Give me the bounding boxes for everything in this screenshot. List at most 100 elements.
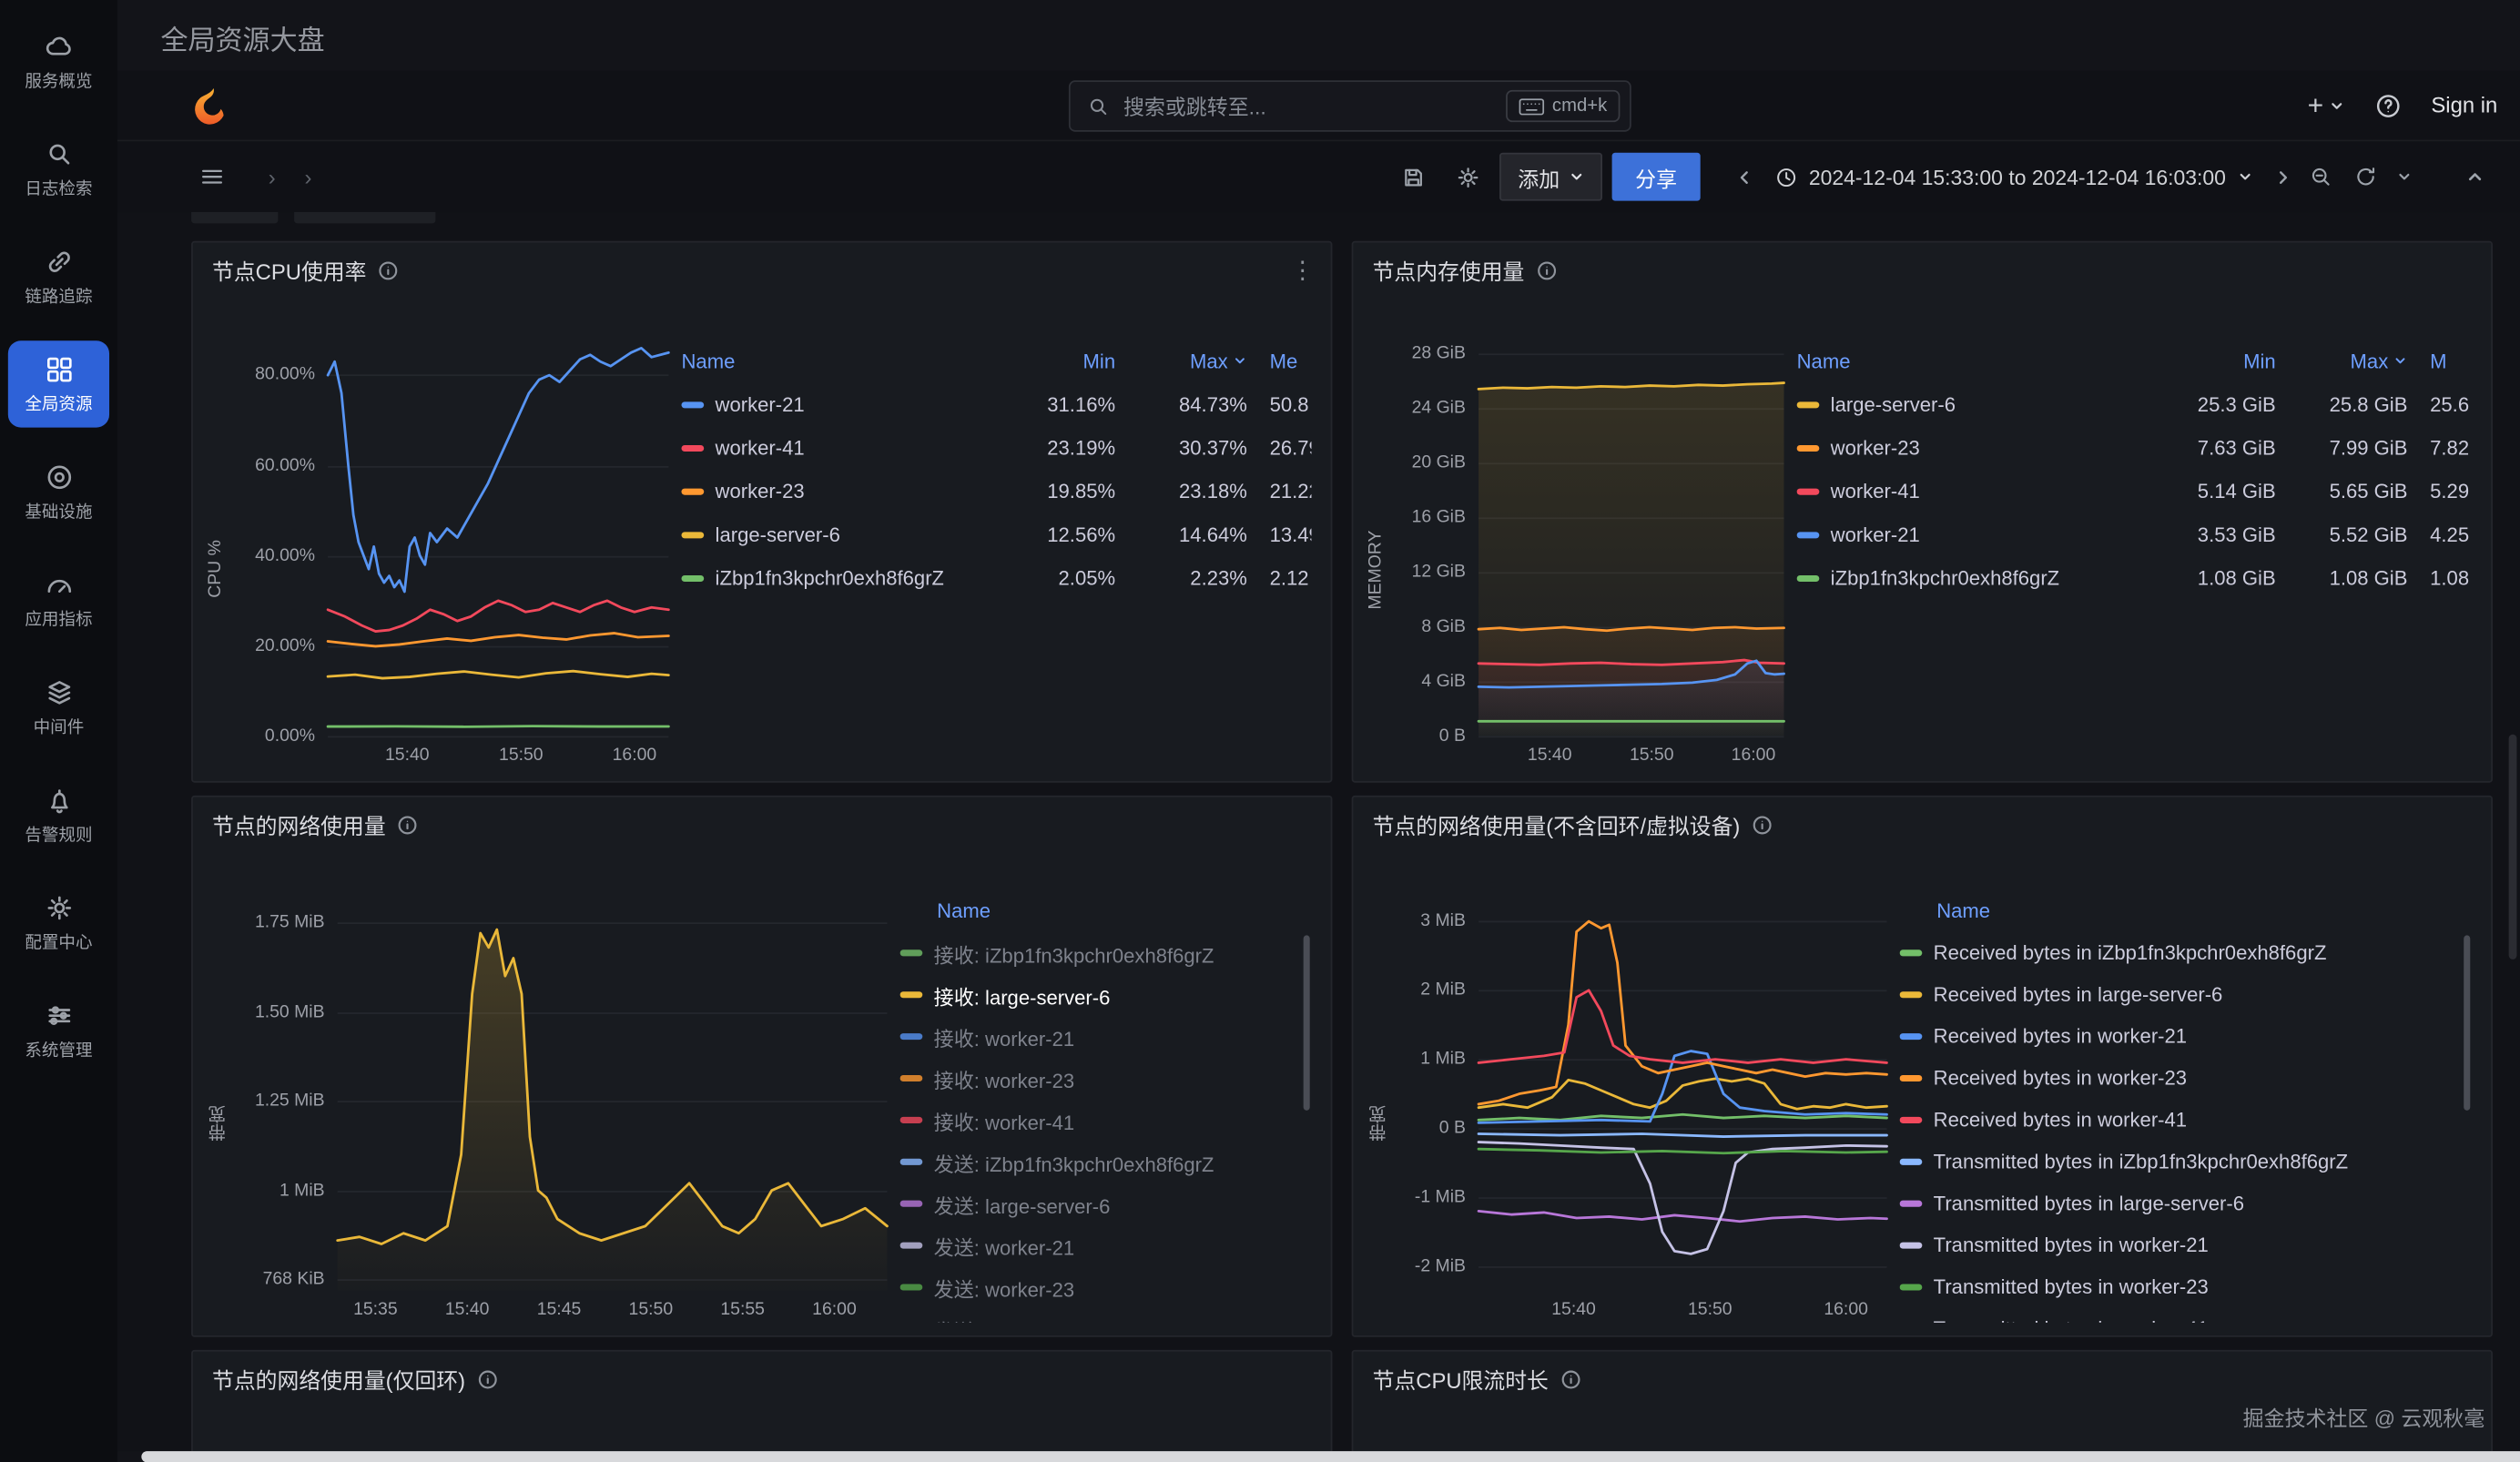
legend-item[interactable]: Received bytes in worker-23 — [1900, 1058, 2472, 1100]
legend-item[interactable]: 发送: worker-23 — [900, 1266, 1312, 1308]
cpu-usage-chart[interactable]: 0.00%20.00%40.00%60.00%80.00%15:4015:501… — [238, 339, 668, 767]
info-icon[interactable] — [1560, 1368, 1580, 1389]
sign-in-button[interactable]: Sign in — [2431, 93, 2497, 117]
breadcrumb-item[interactable] — [254, 165, 290, 188]
help-button[interactable] — [2373, 91, 2403, 120]
sidebar-item-app-metrics[interactable]: 应用指标 — [8, 556, 109, 643]
panel-header[interactable]: 节点内存使用量 — [1353, 243, 2491, 298]
panel-header[interactable]: 节点CPU使用率 ⋮ — [193, 243, 1331, 298]
time-forward-button[interactable] — [2266, 154, 2298, 198]
info-icon[interactable] — [1752, 814, 1773, 835]
legend-row[interactable]: worker-41 5.14 GiB 5.65 GiB 5.29 — [1797, 469, 2472, 513]
sidebar-item-log-search[interactable]: 日志检索 — [8, 126, 109, 212]
network-usage-excl-loopback-chart[interactable]: -2 MiB-1 MiB0 B1 MiB2 MiB3 MiB15:4015:50… — [1405, 890, 1887, 1323]
search-box[interactable]: cmd+k — [1069, 80, 1631, 131]
sidebar-item-global-resources[interactable]: 全局资源 — [8, 340, 109, 427]
refresh-interval-dropdown[interactable] — [2388, 154, 2420, 198]
time-back-button[interactable] — [1729, 154, 1761, 198]
legend-scrollbar[interactable] — [2464, 935, 2470, 1315]
legend-header-name[interactable]: Name — [900, 890, 1312, 932]
panel-header[interactable]: 节点的网络使用量(仅回环) — [193, 1352, 1331, 1406]
legend-item[interactable]: Transmitted bytes in worker-21 — [1900, 1224, 2472, 1266]
legend-header-mean[interactable]: Me — [1247, 350, 1312, 372]
legend-header-min[interactable]: Min — [996, 350, 1115, 372]
sidebar-item-tracing[interactable]: 链路追踪 — [8, 233, 109, 320]
legend-item[interactable]: Transmitted bytes in worker-23 — [1900, 1266, 2472, 1308]
info-icon[interactable] — [397, 814, 418, 835]
kiosk-mode-button[interactable] — [2453, 154, 2497, 198]
legend-item[interactable]: Received bytes in iZbp1fn3kpchr0exh8f6gr… — [1900, 932, 2472, 974]
memory-usage-chart[interactable]: 0 B4 GiB8 GiB12 GiB16 GiB20 GiB24 GiB28 … — [1398, 339, 1784, 767]
legend-row[interactable]: iZbp1fn3kpchr0exh8f6grZ 2.05% 2.23% 2.12 — [681, 556, 1311, 600]
scrollbar-thumb[interactable] — [2464, 936, 2470, 1111]
legend-header-name[interactable]: Name — [681, 350, 996, 372]
series-color-marker — [1900, 949, 1923, 956]
legend-item[interactable]: Received bytes in worker-41 — [1900, 1099, 2472, 1141]
sidebar-item-alert-rules[interactable]: 告警规则 — [8, 771, 109, 858]
sidebar-item-label: 基础设施 — [25, 499, 92, 523]
panel-header[interactable]: 节点CPU限流时长 — [1353, 1352, 2491, 1406]
legend-row[interactable]: worker-21 31.16% 84.73% 50.8 — [681, 382, 1311, 426]
info-icon[interactable] — [378, 259, 399, 280]
info-icon[interactable] — [1536, 259, 1557, 280]
sidebar-item-config-center[interactable]: 配置中心 — [8, 879, 109, 966]
legend-item[interactable]: 发送: worker-21 — [900, 1224, 1312, 1266]
sidebar-item-middleware[interactable]: 中间件 — [8, 664, 109, 750]
time-range-picker[interactable]: 2024-12-04 15:33:00 to 2024-12-04 16:03:… — [1761, 153, 2266, 201]
middleware-icon — [43, 675, 75, 707]
series-color-marker — [1797, 531, 1820, 537]
panel-header[interactable]: 节点的网络使用量(不含回环/虚拟设备) — [1353, 797, 2491, 852]
sidebar-item-service-overview[interactable]: 服务概览 — [8, 17, 109, 104]
legend-row[interactable]: worker-21 3.53 GiB 5.52 GiB 4.25 — [1797, 513, 2472, 556]
dashboard-scrollbar[interactable] — [2509, 735, 2517, 959]
legend-item[interactable]: Received bytes in worker-21 — [1900, 1016, 2472, 1058]
share-button[interactable]: 分享 — [1612, 153, 1699, 201]
legend-header-name[interactable]: Name — [1797, 350, 2157, 372]
add-panel-button[interactable]: 添加 — [1500, 153, 1603, 201]
legend-header-mean[interactable]: M — [2407, 350, 2472, 372]
legend-mean-value: 4.25 — [2407, 523, 2472, 546]
legend-item[interactable]: 发送: iZbp1fn3kpchr0exh8f6grZ — [900, 1141, 1312, 1183]
search-input[interactable] — [1123, 94, 1493, 117]
scrollbar-thumb[interactable] — [1304, 936, 1310, 1111]
legend-item[interactable]: 接收: worker-41 — [900, 1099, 1312, 1141]
panel-menu-icon[interactable]: ⋮ — [1291, 258, 1315, 281]
legend-scrollbar[interactable] — [1304, 935, 1310, 1315]
info-icon[interactable] — [476, 1368, 497, 1389]
legend-row[interactable]: worker-23 19.85% 23.18% 21.22 — [681, 469, 1311, 513]
legend-header-max[interactable]: Max — [1115, 350, 1247, 372]
add-menu-button[interactable]: + — [2308, 92, 2344, 119]
legend-item[interactable]: 发送: large-server-6 — [900, 1183, 1312, 1224]
legend-item[interactable]: 接收: worker-23 — [900, 1058, 1312, 1100]
grafana-logo[interactable] — [189, 86, 231, 127]
legend-header-max[interactable]: Max — [2276, 350, 2408, 372]
dashboard-settings-button[interactable] — [1446, 154, 1490, 198]
legend-item[interactable]: 接收: iZbp1fn3kpchr0exh8f6grZ — [900, 932, 1312, 974]
breadcrumb-item[interactable] — [290, 165, 327, 188]
legend-row[interactable]: large-server-6 25.3 GiB 25.8 GiB 25.6 — [1797, 382, 2472, 426]
sidebar-item-infrastructure[interactable]: 基础设施 — [8, 449, 109, 535]
legend-item[interactable]: Transmitted bytes in large-server-6 — [1900, 1183, 2472, 1224]
series-name: worker-21 — [716, 393, 805, 416]
legend-row[interactable]: large-server-6 12.56% 14.64% 13.49 — [681, 513, 1311, 556]
legend-row[interactable]: worker-41 23.19% 30.37% 26.79 — [681, 426, 1311, 470]
zoom-out-button[interactable] — [2298, 154, 2342, 198]
legend-row[interactable]: worker-23 7.63 GiB 7.99 GiB 7.82 — [1797, 426, 2472, 470]
legend-row[interactable]: iZbp1fn3kpchr0exh8f6grZ 1.08 GiB 1.08 Gi… — [1797, 556, 2472, 600]
legend-item[interactable]: 接收: large-server-6 — [900, 974, 1312, 1016]
save-dashboard-button[interactable] — [1391, 154, 1436, 198]
legend-item[interactable]: Transmitted bytes in worker-41 — [1900, 1308, 2472, 1323]
legend-header-name[interactable]: Name — [1900, 890, 2472, 932]
legend-item[interactable]: Received bytes in large-server-6 — [1900, 974, 2472, 1016]
legend-header-min[interactable]: Min — [2157, 350, 2276, 372]
network-usage-chart[interactable]: 768 KiB1 MiB1.25 MiB1.50 MiB1.75 MiB15:3… — [244, 890, 887, 1323]
horizontal-scrollbar[interactable] — [141, 1451, 2520, 1462]
sidebar-item-system-admin[interactable]: 系统管理 — [8, 987, 109, 1073]
legend-item[interactable]: 接收: worker-21 — [900, 1016, 1312, 1058]
legend-item[interactable]: Transmitted bytes in iZbp1fn3kpchr0exh8f… — [1900, 1141, 2472, 1183]
legend-item[interactable]: 发送: worker-41 — [900, 1308, 1312, 1323]
panel-title: 节点的网络使用量(仅回环) — [212, 1363, 465, 1395]
menu-toggle-button[interactable] — [189, 154, 234, 198]
panel-header[interactable]: 节点的网络使用量 — [193, 797, 1331, 852]
refresh-button[interactable] — [2343, 154, 2388, 198]
